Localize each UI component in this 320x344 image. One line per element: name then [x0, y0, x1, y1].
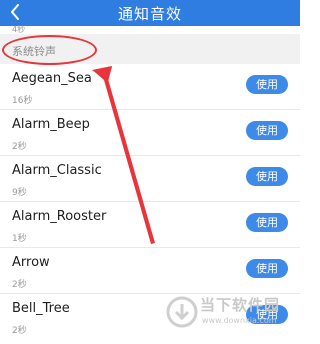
use-button[interactable]: 使用 — [246, 75, 288, 94]
ringtone-row[interactable]: Alarm_Classic 9秒 使用 — [0, 156, 300, 202]
ringtone-name: Alarm_Rooster — [12, 209, 107, 224]
downxia-logo-icon — [166, 296, 198, 328]
watermark-url: www.downxia.com — [202, 316, 277, 325]
ringtone-row[interactable]: Aegean_Sea 16秒 使用 — [0, 64, 300, 110]
ringtone-row[interactable]: Alarm_Beep 2秒 使用 — [0, 110, 300, 156]
annotation-circle — [2, 35, 97, 65]
app-header: 通知音效 — [0, 0, 300, 26]
use-button[interactable]: 使用 — [246, 259, 288, 278]
ringtone-row[interactable]: Alarm_Rooster 1秒 使用 — [0, 202, 300, 248]
use-button[interactable]: 使用 — [246, 213, 288, 232]
ringtone-duration: 16秒 — [12, 96, 33, 106]
page-title: 通知音效 — [117, 5, 182, 23]
watermark-text: 当下软件园 — [200, 296, 281, 314]
ringtone-name: Alarm_Beep — [12, 117, 90, 132]
ringtone-duration: 2秒 — [12, 142, 27, 152]
use-button[interactable]: 使用 — [246, 121, 288, 140]
ringtone-name: Alarm_Classic — [12, 163, 102, 178]
use-button[interactable]: 使用 — [246, 167, 288, 186]
ringtone-row[interactable]: Arrow 2秒 使用 — [0, 248, 300, 294]
ringtone-duration: 2秒 — [12, 326, 27, 336]
ringtone-duration: 2秒 — [12, 280, 27, 290]
ringtone-duration: 1秒 — [12, 234, 27, 244]
ringtone-duration: 9秒 — [12, 188, 27, 198]
ringtone-name: Bell_Tree — [12, 301, 70, 316]
ringtone-name: Arrow — [12, 255, 50, 270]
previous-item-duration: 4秒 — [12, 25, 26, 33]
ringtone-name: Aegean_Sea — [12, 71, 92, 86]
watermark: 当下软件园 www.downxia.com — [164, 290, 300, 344]
